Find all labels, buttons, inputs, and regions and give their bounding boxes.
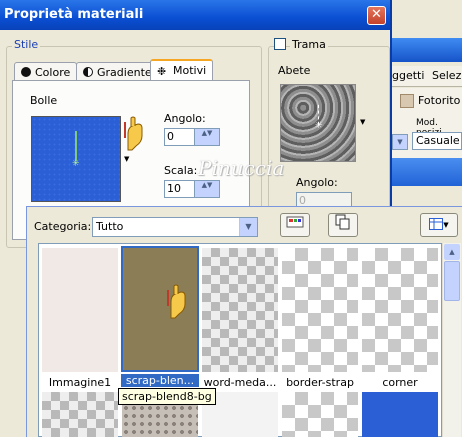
add-pattern-button[interactable] [280, 213, 310, 237]
angolo-value: 0 [167, 130, 174, 143]
pattern-thumb-row2-4[interactable] [282, 392, 358, 437]
pattern-grid-scrollbar[interactable]: ▲ [442, 243, 461, 437]
style-group-label: Stile [12, 38, 41, 51]
mode-select[interactable]: Casuale [412, 132, 462, 150]
pattern-thumb-row2-1[interactable] [42, 392, 118, 437]
pattern-tooltip: scrap-blend8-bg [118, 388, 216, 405]
pattern-thumb-image [202, 248, 278, 372]
pattern-preview[interactable]: ✳ [31, 116, 121, 202]
copy-pattern-button[interactable] [328, 213, 358, 237]
pattern-thumb-word-medal[interactable]: word-meda... [202, 248, 278, 389]
angle-line [75, 131, 77, 161]
pattern-thumb-image [282, 248, 358, 372]
menu-item-oggetti[interactable]: ggetti [392, 69, 424, 82]
tab-gradiente-label: Gradiente [97, 66, 152, 79]
category-select[interactable]: Tutto ▼ [92, 217, 258, 237]
grid-view-icon [429, 218, 444, 230]
watermark-text: Pinuccia [198, 156, 285, 180]
pattern-thumb-corner[interactable]: corner [362, 248, 438, 389]
tab-motivi-label: Motivi [173, 64, 207, 77]
scala-spinner[interactable]: 10 ▲▼ [164, 180, 220, 198]
texture-name: Abete [278, 64, 311, 77]
pattern-name: Bolle [30, 94, 58, 107]
scroll-up-icon[interactable]: ▲ [444, 244, 460, 260]
pattern-icon: ❉ [157, 65, 167, 78]
dialog-title: Proprietà materiali [4, 7, 144, 22]
pattern-thumb-caption: scrap-blen... [121, 374, 199, 387]
menu-item-selezioni[interactable]: Selezio [432, 69, 462, 82]
photo-icon [400, 94, 414, 108]
background-app-options: Mod. posizi ▼ Casuale [390, 114, 462, 158]
background-app-menubar: ggetti Selezio [390, 66, 462, 87]
angolo-spin-buttons[interactable]: ▲▼ [194, 129, 219, 145]
category-label: Categoria: [34, 220, 92, 233]
tab-colore-label: Colore [35, 66, 71, 79]
scrollbar-thumb[interactable] [444, 261, 460, 301]
angolo-label: Angolo: [164, 112, 206, 125]
pattern-thumb-caption: Immagine1 [48, 376, 112, 389]
mode-dropdown-arrow[interactable]: ▼ [392, 134, 408, 150]
tab-gradiente[interactable]: Gradiente [76, 62, 159, 82]
background-app-toolbar: Fotorito [390, 88, 462, 114]
chevron-down-icon[interactable]: ▼ [239, 218, 257, 236]
scala-spin-buttons[interactable]: ▲▼ [194, 181, 219, 197]
pattern-thumb-row2-2[interactable] [122, 404, 198, 437]
pattern-thumb-caption: corner [382, 376, 418, 389]
close-button[interactable]: ✕ [367, 6, 386, 25]
copy-icon [335, 214, 350, 230]
pattern-thumb-image [362, 248, 438, 372]
background-app-panel-header [390, 158, 462, 186]
hand-cursor-icon [165, 284, 187, 320]
photo-retouch-label[interactable]: Fotorito [418, 94, 460, 107]
pattern-thumb-row2-5[interactable] [362, 392, 438, 437]
view-options-button[interactable]: ▼ [420, 213, 458, 237]
category-value: Tutto [96, 220, 124, 233]
scala-label: Scala: [164, 164, 198, 177]
tab-motivi[interactable]: ❉ Motivi [150, 59, 214, 82]
texture-angle-handle[interactable]: ✳ [315, 121, 323, 131]
pattern-thumb-immagine1[interactable]: Immagine1 [42, 248, 118, 389]
pattern-thumb-image [42, 248, 118, 372]
texture-angolo-label: Angolo: [296, 176, 338, 189]
pattern-thumb-image [121, 246, 199, 372]
solid-circle-icon [21, 67, 31, 77]
texture-preview[interactable]: ✳ [280, 84, 356, 162]
half-circle-icon [83, 67, 93, 77]
texture-checkbox-label[interactable]: Trama [290, 38, 328, 51]
pattern-thumb-border-strap[interactable]: border-strap [282, 248, 358, 389]
angle-handle[interactable]: ✳ [72, 159, 80, 169]
pattern-thumb-scrap-blend[interactable]: scrap-blen... [121, 246, 199, 387]
scala-value: 10 [167, 182, 181, 195]
texture-dropdown-arrow[interactable]: ▼ [360, 118, 365, 126]
image-folder-icon [286, 216, 304, 228]
tab-colore[interactable]: Colore [14, 62, 78, 82]
angolo-spinner[interactable]: 0 ▲▼ [164, 128, 220, 146]
hand-cursor-icon [122, 116, 144, 152]
texture-checkbox[interactable] [274, 38, 286, 50]
pattern-thumb-caption: border-strap [286, 376, 354, 389]
pattern-dropdown-arrow[interactable]: ▼ [124, 155, 129, 163]
background-app-titlebar [390, 38, 462, 62]
